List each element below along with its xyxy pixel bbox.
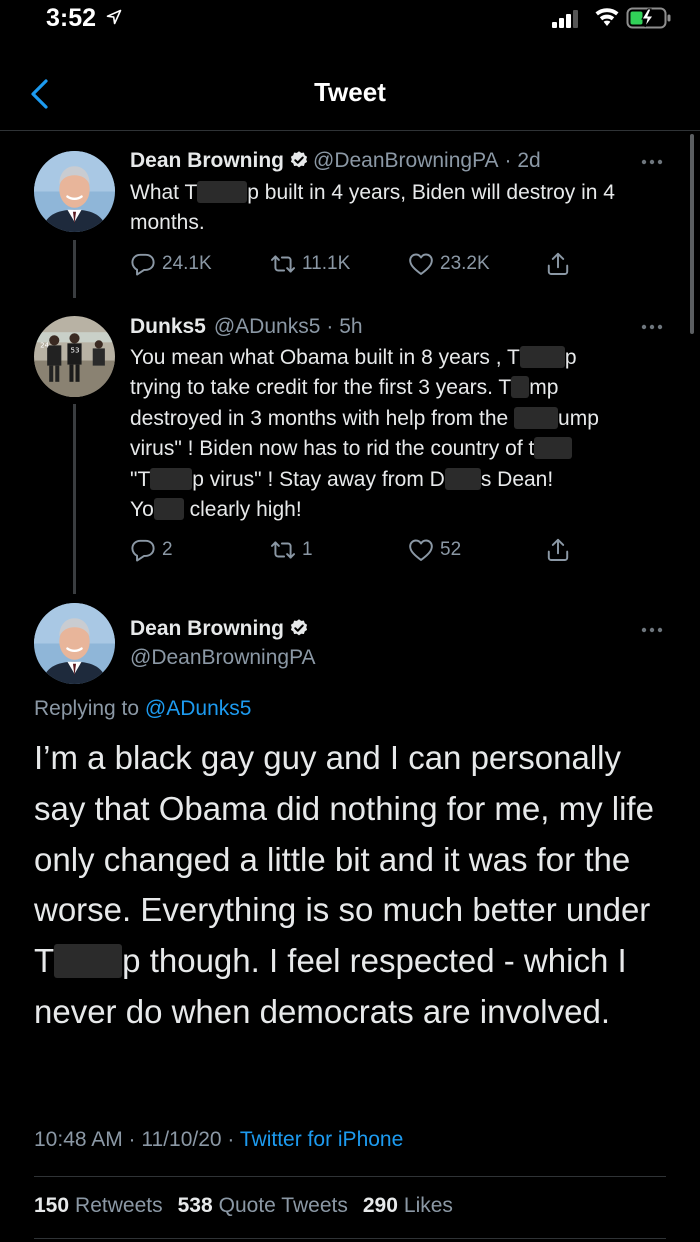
more-dots-icon[interactable] <box>640 323 664 331</box>
censored-word <box>150 467 193 490</box>
verified-badge-icon <box>289 150 309 170</box>
retweet-icon <box>270 251 296 277</box>
status-time: 3:52 <box>46 4 97 32</box>
heart-icon <box>408 251 434 277</box>
avatar[interactable] <box>34 316 115 397</box>
author-name[interactable]: Dunks5 <box>130 315 206 338</box>
reply-icon <box>130 251 156 277</box>
censored-word <box>444 467 481 490</box>
author-name[interactable]: Dean Browning <box>130 617 284 640</box>
more-dots-icon[interactable] <box>640 626 664 634</box>
like-button[interactable]: 52 <box>408 537 461 563</box>
thread-line <box>73 404 76 594</box>
reply-count: 2 <box>162 539 173 560</box>
avatar[interactable] <box>34 151 115 232</box>
reply-button[interactable]: 24.1K <box>130 251 212 277</box>
tweet-meta: 10:48 AM · 11/10/20 · Twitter for iPhone <box>34 1128 403 1152</box>
censored-word <box>519 346 565 368</box>
tweet-header: Dunks5 @ADunks5 · 5h <box>130 314 363 340</box>
tweet-text: You mean what Obama built in 8 years , T… <box>130 346 599 522</box>
retweet-button[interactable]: 1 <box>270 537 313 563</box>
scrollbar[interactable] <box>690 134 694 334</box>
quote-tweets-stat[interactable]: 538 Quote Tweets <box>178 1194 348 1218</box>
author-handle[interactable]: @DeanBrowningPA <box>313 149 499 172</box>
battery-charging-icon <box>626 7 671 29</box>
censored-word <box>197 181 248 203</box>
tweet-time: · 2d <box>504 149 541 172</box>
likes-stat[interactable]: 290 Likes <box>363 1194 453 1218</box>
page-title: Tweet <box>314 77 386 107</box>
replying-to: Replying to @ADunks5 <box>34 697 252 720</box>
location-arrow-icon <box>106 9 122 25</box>
more-dots-icon[interactable] <box>640 158 664 166</box>
censored-word <box>511 376 530 399</box>
tweet-time: · 5h <box>326 315 363 338</box>
like-count: 52 <box>440 539 462 560</box>
status-bar: 3:52 <box>0 0 700 44</box>
retweet-count: 11.1K <box>302 253 351 274</box>
nav-bar: Tweet <box>0 56 700 131</box>
divider <box>34 1238 666 1239</box>
author-handle[interactable]: @ADunks5 <box>214 315 321 338</box>
share-button[interactable] <box>545 251 571 277</box>
reply-button[interactable]: 2 <box>130 537 173 563</box>
like-button[interactable]: 23.2K <box>408 251 490 277</box>
retweet-button[interactable]: 11.1K <box>270 251 350 277</box>
heart-icon <box>408 537 434 563</box>
censored-word <box>54 944 123 979</box>
share-icon <box>545 537 571 563</box>
censored-word <box>514 406 559 429</box>
avatar[interactable] <box>34 603 115 684</box>
tweet-text: I’m a black gay guy and I can personally… <box>34 739 654 1030</box>
reply-icon <box>130 537 156 563</box>
thread-line <box>73 240 76 298</box>
reply-count: 24.1K <box>162 253 212 274</box>
retweets-stat[interactable]: 150 Retweets <box>34 1194 163 1218</box>
author-handle[interactable]: @DeanBrowningPA <box>130 645 316 671</box>
share-button[interactable] <box>545 537 571 563</box>
timestamp: 10:48 AM · 11/10/20 · <box>34 1128 235 1151</box>
cellular-signal-icon <box>552 10 578 28</box>
engagement-stats: 150 Retweets 538 Quote Tweets 290 Likes <box>34 1194 453 1218</box>
tweet-header: Dean Browning <box>130 616 313 642</box>
retweet-count: 1 <box>302 539 313 560</box>
wifi-icon <box>595 8 619 26</box>
author-name[interactable]: Dean Browning <box>130 149 284 172</box>
tweet-text: What Tp built in 4 years, Biden will des… <box>130 181 615 235</box>
censored-word <box>534 437 573 460</box>
verified-badge-icon <box>289 618 309 638</box>
tweet-header: Dean Browning @DeanBrowningPA · 2d <box>130 148 541 174</box>
mention-link[interactable]: @ADunks5 <box>145 697 252 720</box>
share-icon <box>545 251 571 277</box>
divider <box>34 1176 666 1177</box>
retweet-icon <box>270 537 296 563</box>
censored-word <box>153 498 184 521</box>
like-count: 23.2K <box>440 253 490 274</box>
source-link[interactable]: Twitter for iPhone <box>240 1128 403 1151</box>
